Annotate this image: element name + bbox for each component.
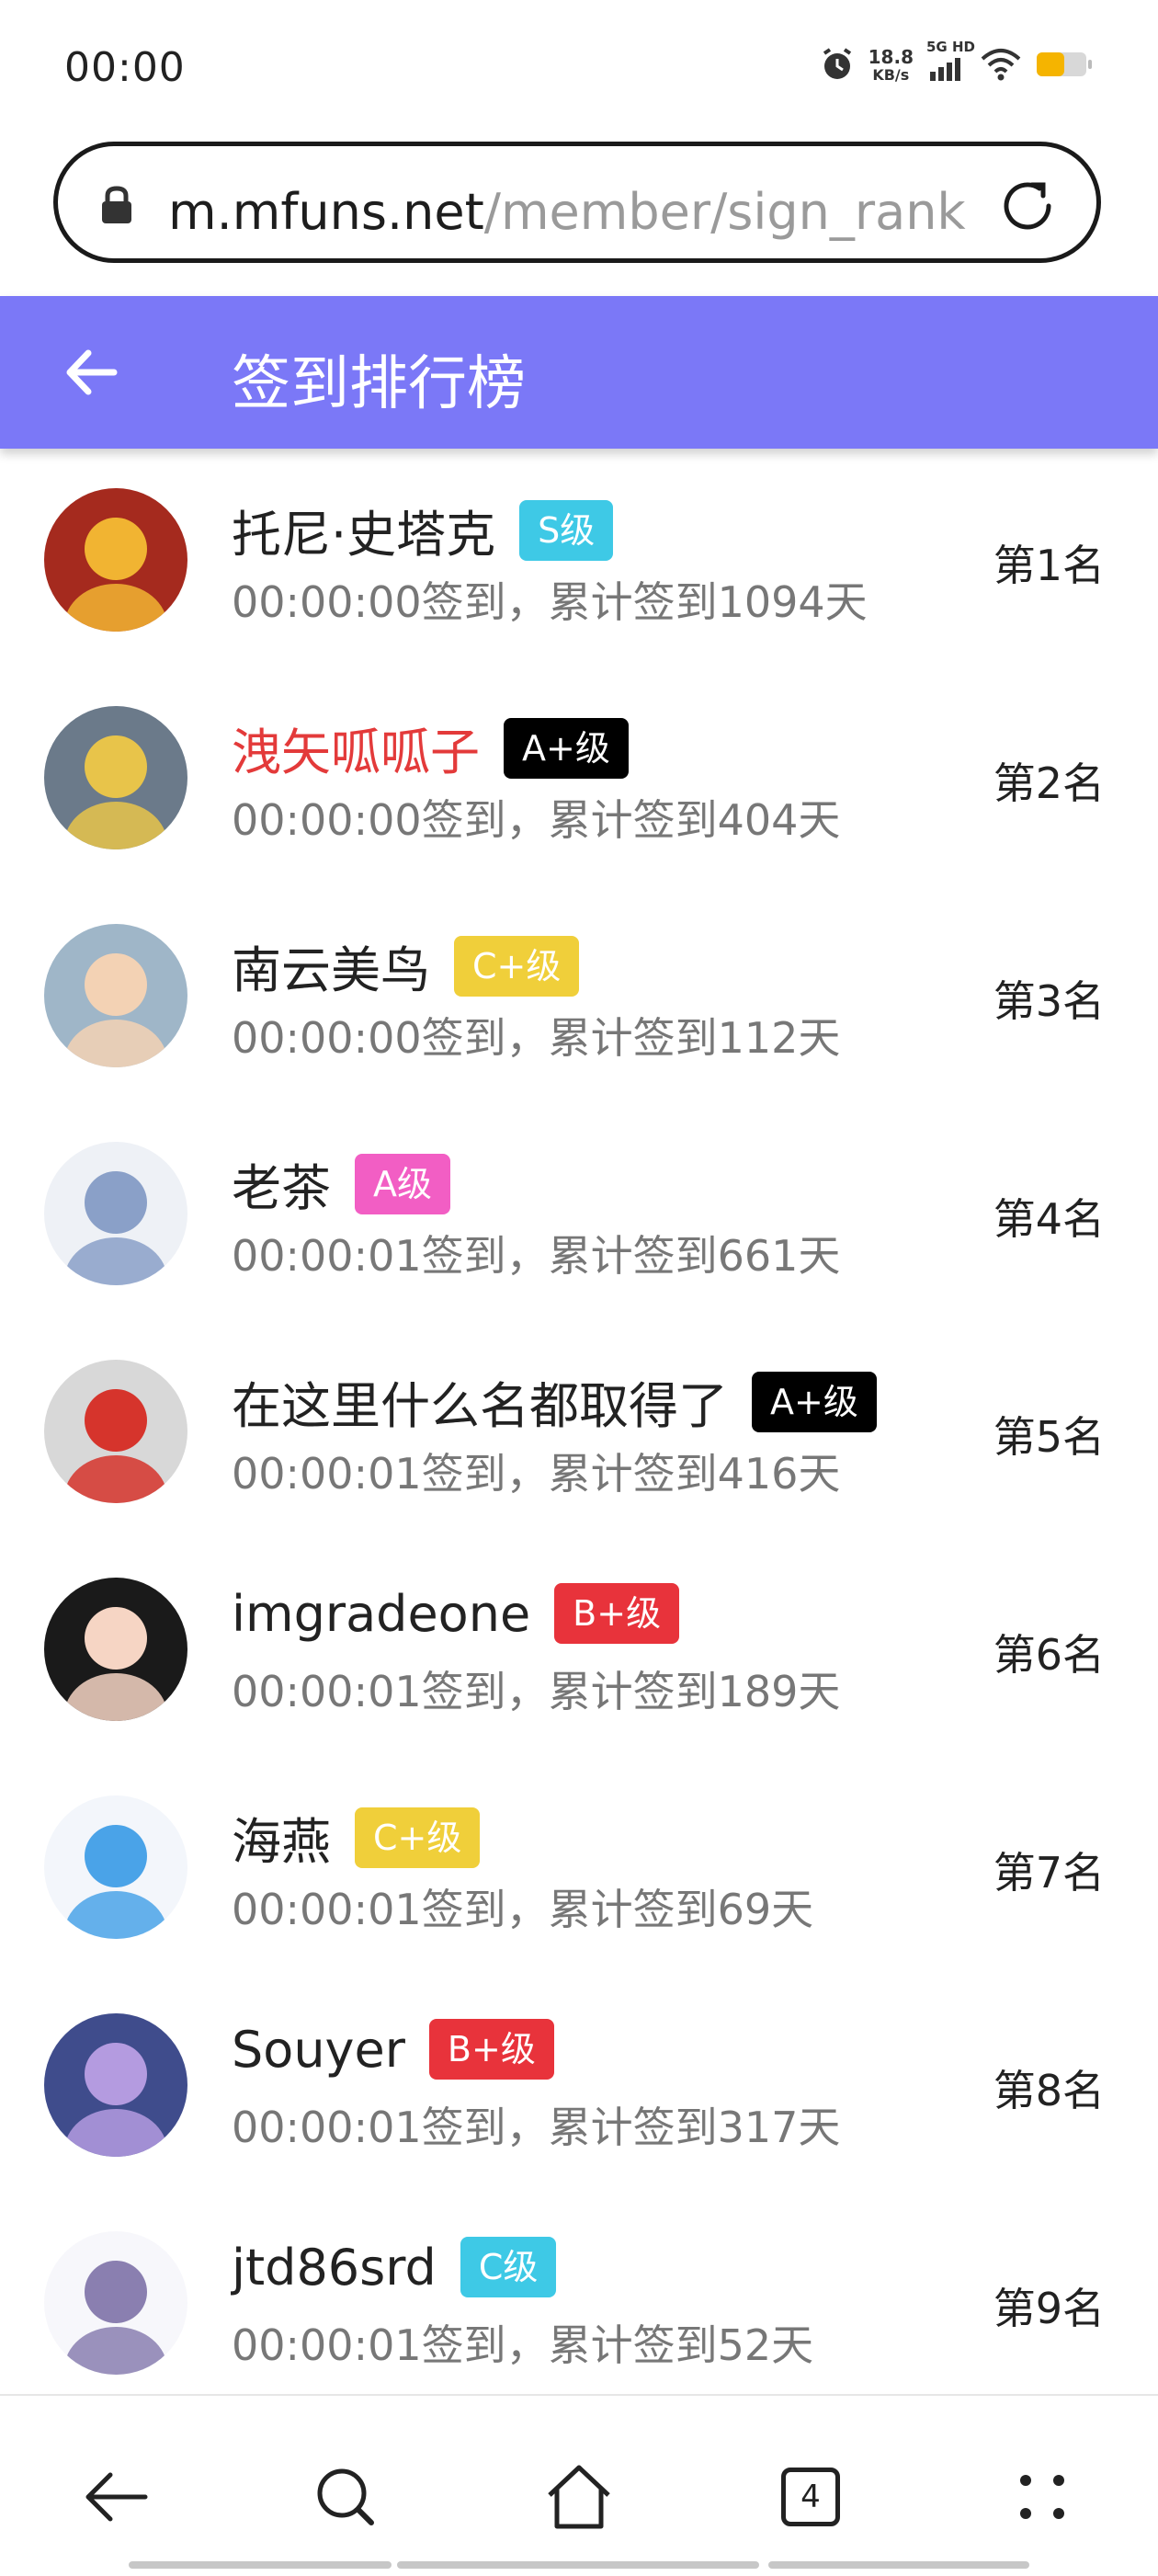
status-time: 00:00 (64, 44, 186, 91)
gesture-bar-center (397, 2561, 759, 2569)
back-arrow-icon[interactable] (59, 340, 123, 408)
sign-detail: 00:00:01签到，累计签到661天 (232, 1231, 841, 1281)
status-bar: 00:00 18.8 KB/s 5G HD (0, 0, 1158, 138)
sign-detail: 00:00:00签到，累计签到112天 (232, 1013, 841, 1063)
user-name-line: 海燕 C+级 (232, 1801, 481, 1874)
user-name[interactable]: jtd86srd (232, 2239, 437, 2297)
level-badge: A级 (355, 1153, 450, 1214)
rank-label: 第1名 (993, 541, 1105, 590)
level-badge: C+级 (355, 1807, 481, 1868)
status-icons: 18.8 KB/s 5G HD (819, 39, 1094, 86)
wifi-icon (980, 46, 1022, 86)
level-badge: A+级 (504, 717, 629, 779)
search-icon (317, 2468, 374, 2525)
user-name-line: imgradeone B+级 (232, 1583, 680, 1644)
user-name-line: 托尼·史塔克 S级 (232, 494, 614, 566)
nav-tabs-button[interactable]: 4 (765, 2451, 857, 2543)
user-name-line: 南云美鸟 C+级 (232, 929, 580, 1002)
battery-icon (1035, 49, 1094, 84)
rank-label: 第7名 (993, 1848, 1105, 1898)
user-name[interactable]: 洩矢呱呱子 (232, 712, 480, 784)
ranking-row[interactable]: 洩矢呱呱子 A+级 00:00:00签到，累计签到404天 第2名 (0, 667, 1158, 885)
ranking-row[interactable]: 老茶 A级 00:00:01签到，累计签到661天 第4名 (0, 1103, 1158, 1321)
tabs-icon: 4 (781, 2468, 840, 2526)
user-name[interactable]: 老茶 (232, 1147, 331, 1220)
user-avatar[interactable] (44, 2231, 187, 2375)
rank-label: 第6名 (993, 1630, 1105, 1680)
user-avatar[interactable] (44, 924, 187, 1067)
user-avatar[interactable] (44, 1795, 187, 1939)
sign-detail: 00:00:01签到，累计签到69天 (232, 1885, 814, 1934)
sign-detail: 00:00:01签到，累计签到52天 (232, 2320, 814, 2370)
user-name-line: 洩矢呱呱子 A+级 (232, 712, 629, 784)
ranking-row[interactable]: 海燕 C+级 00:00:01签到，累计签到69天 第7名 (0, 1757, 1158, 1975)
user-avatar[interactable] (44, 1578, 187, 1721)
user-name[interactable]: imgradeone (232, 1585, 530, 1643)
signal-icon: 5G HD (926, 39, 975, 86)
network-label: 5G HD (926, 39, 975, 55)
ranking-row[interactable]: Souyer B+级 00:00:01签到，累计签到317天 第8名 (0, 1975, 1158, 2193)
nav-menu-button[interactable] (996, 2451, 1088, 2543)
user-name[interactable]: 托尼·史塔克 (232, 494, 495, 566)
sign-detail: 00:00:01签到，累计签到416天 (232, 1449, 841, 1499)
user-avatar[interactable] (44, 706, 187, 849)
rank-label: 第8名 (993, 2066, 1105, 2115)
user-avatar[interactable] (44, 2013, 187, 2157)
home-icon (548, 2465, 610, 2529)
sign-detail: 00:00:00签到，累计签到404天 (232, 795, 841, 845)
alarm-icon (819, 46, 856, 86)
ranking-row[interactable]: 南云美鸟 C+级 00:00:00签到，累计签到112天 第3名 (0, 885, 1158, 1103)
level-badge: B+级 (428, 2019, 554, 2080)
sign-detail: 00:00:00签到，累计签到1094天 (232, 577, 868, 627)
user-name-line: Souyer B+级 (232, 2019, 554, 2080)
net-speed: 18.8 KB/s (868, 46, 914, 84)
sign-detail: 00:00:01签到，累计签到317天 (232, 2103, 841, 2152)
rank-label: 第9名 (993, 2284, 1105, 2333)
user-avatar[interactable] (44, 488, 187, 632)
gesture-bar-left (129, 2561, 392, 2569)
reload-icon[interactable] (995, 174, 1060, 242)
level-badge: C级 (460, 2237, 557, 2297)
menu-icon (1020, 2475, 1064, 2519)
ranking-row[interactable]: imgradeone B+级 00:00:01签到，累计签到189天 第6名 (0, 1539, 1158, 1757)
page-header: 签到排行榜 (0, 296, 1158, 449)
level-badge: S级 (519, 499, 614, 561)
user-name[interactable]: Souyer (232, 2021, 405, 2079)
user-name[interactable]: 海燕 (232, 1801, 331, 1874)
gesture-bar-right (768, 2561, 1029, 2569)
user-name-line: 老茶 A级 (232, 1147, 450, 1220)
bottom-nav: 4 (0, 2394, 1158, 2576)
address-bar[interactable]: m.mfuns.net/member/sign_rank (53, 142, 1101, 263)
tab-count: 4 (800, 2479, 821, 2515)
back-icon (85, 2472, 148, 2522)
nav-home-button[interactable] (533, 2451, 625, 2543)
ranking-row[interactable]: jtd86srd C级 00:00:01签到，累计签到52天 第9名 (0, 2193, 1158, 2411)
sign-detail: 00:00:01签到，累计签到189天 (232, 1667, 841, 1716)
user-name-line: jtd86srd C级 (232, 2237, 557, 2297)
user-name[interactable]: 在这里什么名都取得了 (232, 1365, 728, 1438)
nav-search-button[interactable] (300, 2451, 392, 2543)
user-name[interactable]: 南云美鸟 (232, 929, 430, 1002)
user-name-line: 在这里什么名都取得了 A+级 (232, 1365, 877, 1438)
url-text[interactable]: m.mfuns.net/member/sign_rank (168, 183, 966, 241)
level-badge: A+级 (752, 1371, 877, 1432)
ranking-row[interactable]: 在这里什么名都取得了 A+级 00:00:01签到，累计签到416天 第5名 (0, 1321, 1158, 1539)
lock-icon (98, 185, 135, 229)
rank-label: 第3名 (993, 976, 1105, 1026)
url-path: /member/sign_rank (483, 183, 966, 241)
level-badge: C+级 (454, 935, 580, 997)
rank-label: 第2名 (993, 758, 1105, 808)
rank-label: 第5名 (993, 1412, 1105, 1462)
url-host: m.mfuns.net (168, 183, 484, 241)
page-title: 签到排行榜 (232, 350, 526, 418)
level-badge: B+级 (554, 1583, 680, 1644)
rank-label: 第4名 (993, 1194, 1105, 1244)
nav-back-button[interactable] (70, 2451, 162, 2543)
user-avatar[interactable] (44, 1142, 187, 1285)
user-avatar[interactable] (44, 1360, 187, 1503)
ranking-row[interactable]: 托尼·史塔克 S级 00:00:00签到，累计签到1094天 第1名 (0, 450, 1158, 667)
